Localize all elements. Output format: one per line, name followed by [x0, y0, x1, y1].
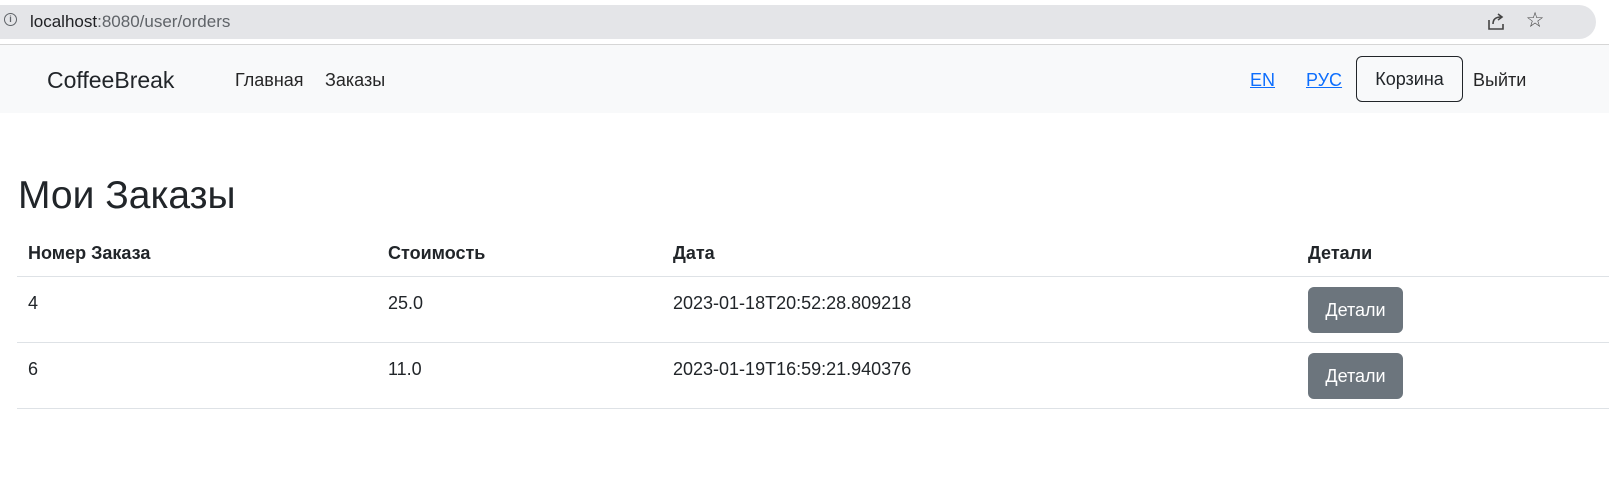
column-header-cost: Стоимость	[377, 231, 662, 277]
url-host: localhost	[30, 12, 98, 31]
table-header-row: Номер Заказа Стоимость Дата Детали	[17, 231, 1609, 277]
details-button[interactable]: Детали	[1308, 287, 1403, 333]
navbar: CoffeeBreak Главная Заказы EN РУС Корзин…	[0, 45, 1609, 113]
order-number: 6	[28, 359, 39, 379]
order-date: 2023-01-18T20:52:28.809218	[673, 293, 912, 313]
table-row: 6 11.0 2023-01-19T16:59:21.940376 Детали	[17, 342, 1609, 409]
table-row: 4 25.0 2023-01-18T20:52:28.809218 Детали	[17, 276, 1609, 343]
nav-orders-link[interactable]: Заказы	[325, 69, 385, 91]
nav-home-link[interactable]: Главная	[235, 69, 304, 91]
address-bar[interactable]	[0, 5, 1596, 39]
cost-cell: 11.0	[377, 342, 662, 409]
order-cost: 25.0	[388, 293, 424, 313]
page-title: Мои Заказы	[18, 174, 236, 217]
orders-table: Номер Заказа Стоимость Дата Детали 4 25.…	[17, 231, 1609, 409]
order-date: 2023-01-19T16:59:21.940376	[673, 359, 912, 379]
lang-ru-link[interactable]: РУС	[1306, 69, 1342, 91]
url-text[interactable]: localhost:8080/user/orders	[30, 12, 230, 32]
details-cell: Детали	[1297, 342, 1609, 409]
info-icon[interactable]: i	[4, 13, 17, 26]
date-cell: 2023-01-18T20:52:28.809218	[662, 276, 1297, 343]
cart-button[interactable]: Корзина	[1356, 56, 1463, 102]
share-icon[interactable]	[1486, 12, 1506, 32]
order-number-cell: 6	[17, 342, 377, 409]
column-header-date: Дата	[662, 231, 1297, 277]
lang-en-link[interactable]: EN	[1250, 69, 1275, 91]
order-cost: 11.0	[388, 359, 422, 379]
order-number: 4	[28, 293, 39, 313]
brand-logo[interactable]: CoffeeBreak	[47, 66, 174, 94]
details-cell: Детали	[1297, 276, 1609, 343]
details-button[interactable]: Детали	[1308, 353, 1403, 399]
url-path: :8080/user/orders	[97, 12, 231, 31]
column-header-details: Детали	[1297, 231, 1609, 277]
column-header-order-number: Номер Заказа	[17, 231, 377, 277]
browser-toolbar: i localhost:8080/user/orders ☆	[0, 0, 1609, 45]
logout-link[interactable]: Выйти	[1473, 69, 1526, 91]
order-number-cell: 4	[17, 276, 377, 343]
cost-cell: 25.0	[377, 276, 662, 343]
date-cell: 2023-01-19T16:59:21.940376	[662, 342, 1297, 409]
star-icon[interactable]: ☆	[1524, 10, 1546, 32]
